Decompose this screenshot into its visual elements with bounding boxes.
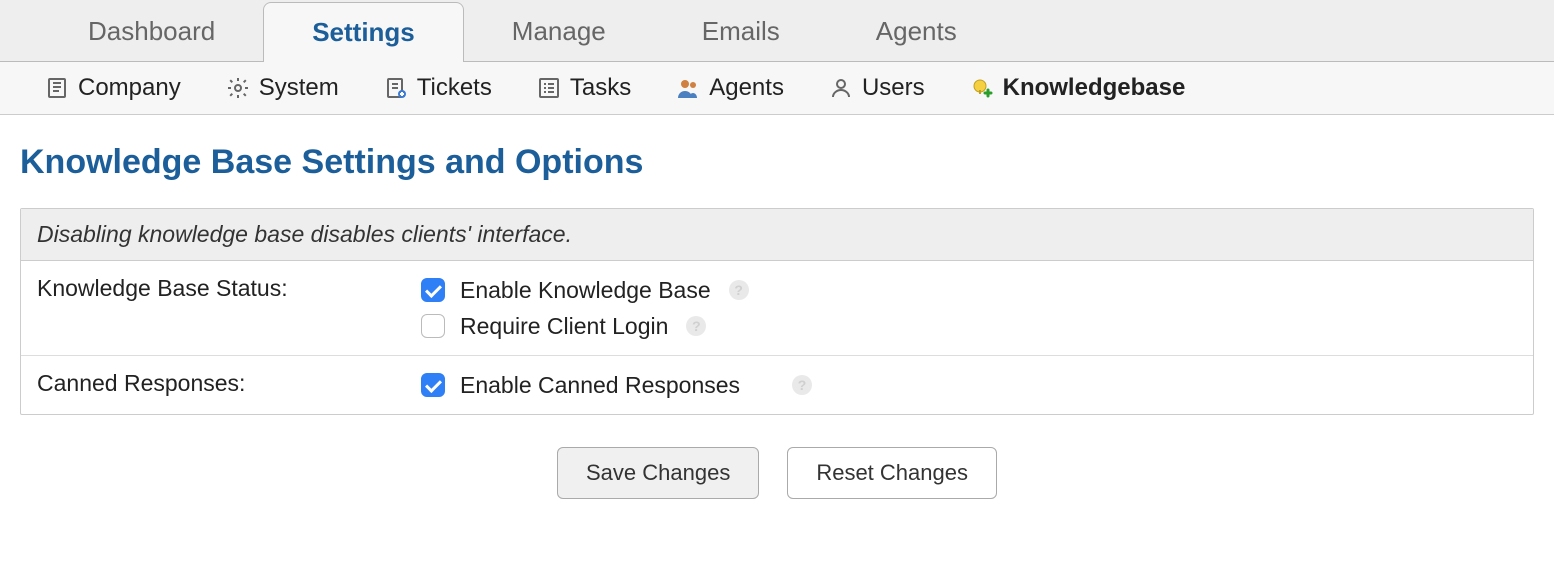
canned-field: Enable Canned Responses ? <box>417 370 1517 400</box>
subnav-users[interactable]: Users <box>828 74 925 102</box>
gear-icon <box>225 75 251 101</box>
knowledgebase-icon <box>969 75 995 101</box>
canned-label: Canned Responses: <box>37 370 417 400</box>
save-button[interactable]: Save Changes <box>557 447 759 499</box>
subnav-agents[interactable]: Agents <box>675 74 784 102</box>
tab-settings[interactable]: Settings <box>263 2 464 62</box>
help-icon[interactable]: ? <box>729 280 749 300</box>
reset-button[interactable]: Reset Changes <box>787 447 997 499</box>
button-row: Save Changes Reset Changes <box>20 415 1534 549</box>
subnav-company-label: Company <box>78 74 181 102</box>
subnav-system-label: System <box>259 74 339 102</box>
page-content: Knowledge Base Settings and Options Disa… <box>0 115 1554 567</box>
subnav-tickets[interactable]: Tickets <box>383 74 492 102</box>
subnav-agents-label: Agents <box>709 74 784 102</box>
tab-manage[interactable]: Manage <box>464 2 654 61</box>
enable-kb-text: Enable Knowledge Base <box>460 277 711 304</box>
subnav-company[interactable]: Company <box>44 74 181 102</box>
enable-kb-checkbox[interactable] <box>421 278 445 302</box>
help-icon[interactable]: ? <box>686 316 706 336</box>
users-icon <box>828 75 854 101</box>
row-canned: Canned Responses: Enable Canned Response… <box>21 356 1533 414</box>
subnav-knowledgebase-label: Knowledgebase <box>1003 74 1186 102</box>
main-tabs: Dashboard Settings Manage Emails Agents <box>0 0 1554 62</box>
tab-dashboard[interactable]: Dashboard <box>40 2 263 61</box>
subnav-system[interactable]: System <box>225 74 339 102</box>
enable-canned-text: Enable Canned Responses <box>460 372 740 399</box>
subnav-users-label: Users <box>862 74 925 102</box>
ticket-icon <box>383 75 409 101</box>
settings-form: Disabling knowledge base disables client… <box>20 208 1534 415</box>
require-login-text: Require Client Login <box>460 313 668 340</box>
tab-emails[interactable]: Emails <box>654 2 828 61</box>
subnav-tasks[interactable]: Tasks <box>536 74 631 102</box>
tab-agents[interactable]: Agents <box>828 2 1005 61</box>
form-hint: Disabling knowledge base disables client… <box>21 209 1533 261</box>
enable-canned-checkbox[interactable] <box>421 373 445 397</box>
sub-nav: Company System Tickets Tasks Agents User… <box>0 62 1554 115</box>
row-kb-status: Knowledge Base Status: Enable Knowledge … <box>21 261 1533 356</box>
kb-status-field: Enable Knowledge Base ? Require Client L… <box>417 275 1517 341</box>
agents-icon <box>675 75 701 101</box>
subnav-tasks-label: Tasks <box>570 74 631 102</box>
help-icon[interactable]: ? <box>792 375 812 395</box>
company-icon <box>44 75 70 101</box>
subnav-knowledgebase[interactable]: Knowledgebase <box>969 74 1186 102</box>
page-title: Knowledge Base Settings and Options <box>20 143 1534 182</box>
subnav-tickets-label: Tickets <box>417 74 492 102</box>
require-login-checkbox[interactable] <box>421 314 445 338</box>
tasks-icon <box>536 75 562 101</box>
kb-status-label: Knowledge Base Status: <box>37 275 417 341</box>
